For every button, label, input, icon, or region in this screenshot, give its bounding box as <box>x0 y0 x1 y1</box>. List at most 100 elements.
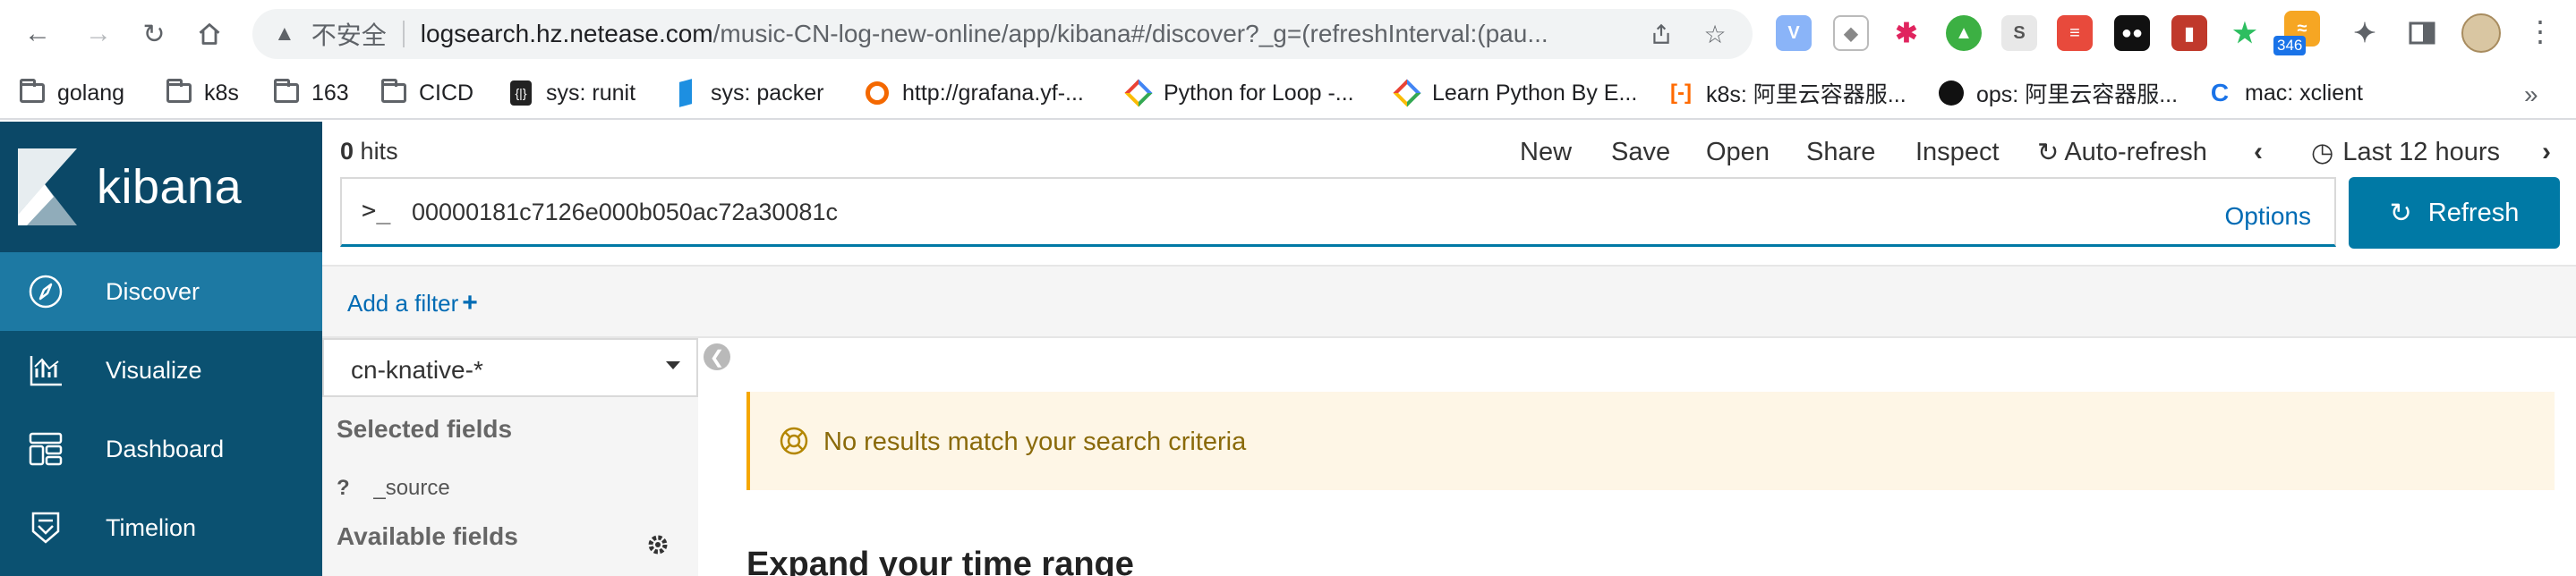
folder-icon <box>166 79 192 104</box>
extension-badge: 346 <box>2273 36 2307 55</box>
reload-icon[interactable]: ↻ <box>136 16 172 52</box>
expand-time-range-heading: Expand your time range <box>746 546 1134 576</box>
aliyun-icon: [-] <box>1670 80 1692 105</box>
new-button[interactable]: New <box>1520 136 1572 168</box>
auto-refresh-label: Auto-refresh <box>2064 137 2207 166</box>
nav-label: Discover <box>106 277 200 305</box>
bookmark-163[interactable]: 163 <box>274 77 349 109</box>
browser-menu-icon[interactable]: ⋮ <box>2526 14 2555 48</box>
bookmark-label: sys: runit <box>546 80 636 106</box>
bookmarks-overflow-icon[interactable]: » <box>2524 80 2538 109</box>
kibana-logo[interactable]: kibana <box>0 122 322 252</box>
nav-label: Visualize <box>106 356 202 384</box>
query-text[interactable]: 00000181c7126e000b050ac72a30081c <box>412 199 838 226</box>
kibana-main: 0 hits New Save Open Share Inspect ↻ Aut… <box>322 122 2576 576</box>
fields-sidebar: cn-knative-* Selected fields ? _source A… <box>322 338 698 576</box>
xclient-icon: C <box>2210 79 2230 106</box>
bookmark-label: golang <box>57 80 125 106</box>
save-button[interactable]: Save <box>1611 136 1670 168</box>
plus-icon: + <box>462 288 478 318</box>
nav-visualize[interactable]: Visualize <box>0 331 322 410</box>
bookmark-k8s[interactable]: k8s <box>166 77 239 109</box>
nav-timelion[interactable]: Timelion <box>0 488 322 567</box>
time-prev-button[interactable]: ‹ <box>2254 136 2263 168</box>
screen: ← → ↻ ▲ 不安全 logsearch.hz.netease.com/mus… <box>0 0 2576 576</box>
extension-thumb-icon[interactable]: ▲ <box>1946 15 1982 51</box>
bookmark-grafana[interactable]: http://grafana.yf-... <box>865 77 1084 109</box>
add-filter-label: Add a filter <box>347 290 459 317</box>
inspect-button[interactable]: Inspect <box>1915 136 2000 168</box>
time-picker-button[interactable]: ◷ Last 12 hours <box>2311 136 2500 168</box>
bookmark-label: k8s <box>204 80 239 106</box>
bookmark-runit[interactable]: {|} sys: runit <box>508 77 635 109</box>
index-pattern-select[interactable]: cn-knative-* <box>322 338 698 397</box>
kibana-sidebar: kibana Discover Visualize Dashboard Time… <box>0 122 322 576</box>
extension-s-icon[interactable]: S <box>2001 15 2037 51</box>
github-icon <box>1939 80 1964 106</box>
hits-number: 0 <box>340 138 354 165</box>
dashboard-icon <box>27 430 64 468</box>
back-icon[interactable]: ← <box>20 16 55 52</box>
home-icon[interactable] <box>192 16 227 52</box>
url-path: /music-CN-log-new-online/app/kibana#/dis… <box>712 20 1548 47</box>
extension-evernote-icon[interactable]: ★ <box>2227 15 2263 51</box>
bookmark-label: sys: packer <box>711 80 824 106</box>
clock-icon: ◷ <box>2311 138 2334 167</box>
address-bar[interactable]: ▲ 不安全 logsearch.hz.netease.com/music-CN-… <box>252 9 1753 59</box>
kibana-brand: kibana <box>97 160 243 214</box>
extension-shield-icon[interactable]: ◆ <box>1833 15 1869 51</box>
side-panel-icon[interactable] <box>2404 15 2440 51</box>
bookmark-golang[interactable]: golang <box>20 77 124 109</box>
bookmark-learn-python[interactable]: Learn Python By E... <box>1393 77 1638 109</box>
bookmark-label: mac: xclient <box>2245 80 2363 106</box>
auto-refresh-button[interactable]: ↻ Auto-refresh <box>2037 136 2207 168</box>
query-input[interactable]: >_ 00000181c7126e000b050ac72a30081c Opti… <box>340 177 2336 247</box>
no-results-text: No results match your search criteria <box>823 428 1247 456</box>
google-icon <box>1124 79 1153 107</box>
open-button[interactable]: Open <box>1706 136 1770 168</box>
hits-count: 0 hits <box>340 138 398 165</box>
share-button[interactable]: Share <box>1806 136 1875 168</box>
lifebuoy-icon <box>780 427 808 455</box>
bookmark-k8s-aliyun[interactable]: [-] k8s: 阿里云容器服... <box>1668 77 1906 109</box>
field-source[interactable]: ? _source <box>337 476 450 501</box>
refresh-label: Refresh <box>2427 198 2520 227</box>
refresh-small-icon: ↻ <box>2037 138 2060 167</box>
chart-icon <box>27 352 64 389</box>
extension-book-icon[interactable]: ▮ <box>2171 15 2207 51</box>
share-page-icon[interactable] <box>1643 16 1679 52</box>
runit-icon: {|} <box>508 80 533 106</box>
extension-v-icon[interactable]: V <box>1776 15 1812 51</box>
add-filter-link[interactable]: Add a filter + <box>347 288 478 318</box>
profile-avatar[interactable] <box>2461 13 2501 53</box>
chevron-left-icon: ‹ <box>2254 137 2263 166</box>
extension-pinwheel-icon[interactable]: ✱ <box>1889 15 1924 51</box>
bookmark-label: Learn Python By E... <box>1432 80 1638 106</box>
warning-icon: ▲ <box>274 21 295 46</box>
refresh-button[interactable]: ↻ Refresh <box>2349 177 2560 249</box>
forward-icon[interactable]: → <box>81 16 116 52</box>
extension-notes-icon[interactable]: ≡ <box>2057 15 2093 51</box>
chevron-right-icon: › <box>2542 137 2551 166</box>
time-next-button[interactable]: › <box>2542 136 2551 168</box>
extensions-puzzle-icon[interactable]: ✦ <box>2347 15 2383 51</box>
bookmark-xclient[interactable]: C mac: xclient <box>2207 77 2363 109</box>
nav-discover[interactable]: Discover <box>0 252 322 331</box>
gear-icon[interactable] <box>646 533 670 556</box>
google-icon <box>1393 79 1421 107</box>
caret-down-icon <box>666 361 680 369</box>
bookmark-ops-aliyun[interactable]: ops: 阿里云容器服... <box>1939 77 2178 109</box>
filter-bar: Add a filter + <box>322 265 2576 338</box>
query-options-link[interactable]: Options <box>2225 202 2312 231</box>
bookmark-packer[interactable]: sys: packer <box>673 77 823 109</box>
no-results-callout: No results match your search criteria <box>746 392 2555 490</box>
extension-glasses-icon[interactable]: ●● <box>2114 15 2150 51</box>
url-divider <box>402 21 405 47</box>
bookmark-star-icon[interactable]: ☆ <box>1697 16 1733 52</box>
bookmark-python-for-loop[interactable]: Python for Loop -... <box>1124 77 1354 109</box>
bookmark-label: Python for Loop -... <box>1164 80 1354 106</box>
bookmark-cicd[interactable]: CICD <box>381 77 473 109</box>
nav-dashboard[interactable]: Dashboard <box>0 410 322 488</box>
collapse-sidebar-icon[interactable]: ❮ <box>704 343 730 370</box>
folder-icon <box>274 79 299 104</box>
